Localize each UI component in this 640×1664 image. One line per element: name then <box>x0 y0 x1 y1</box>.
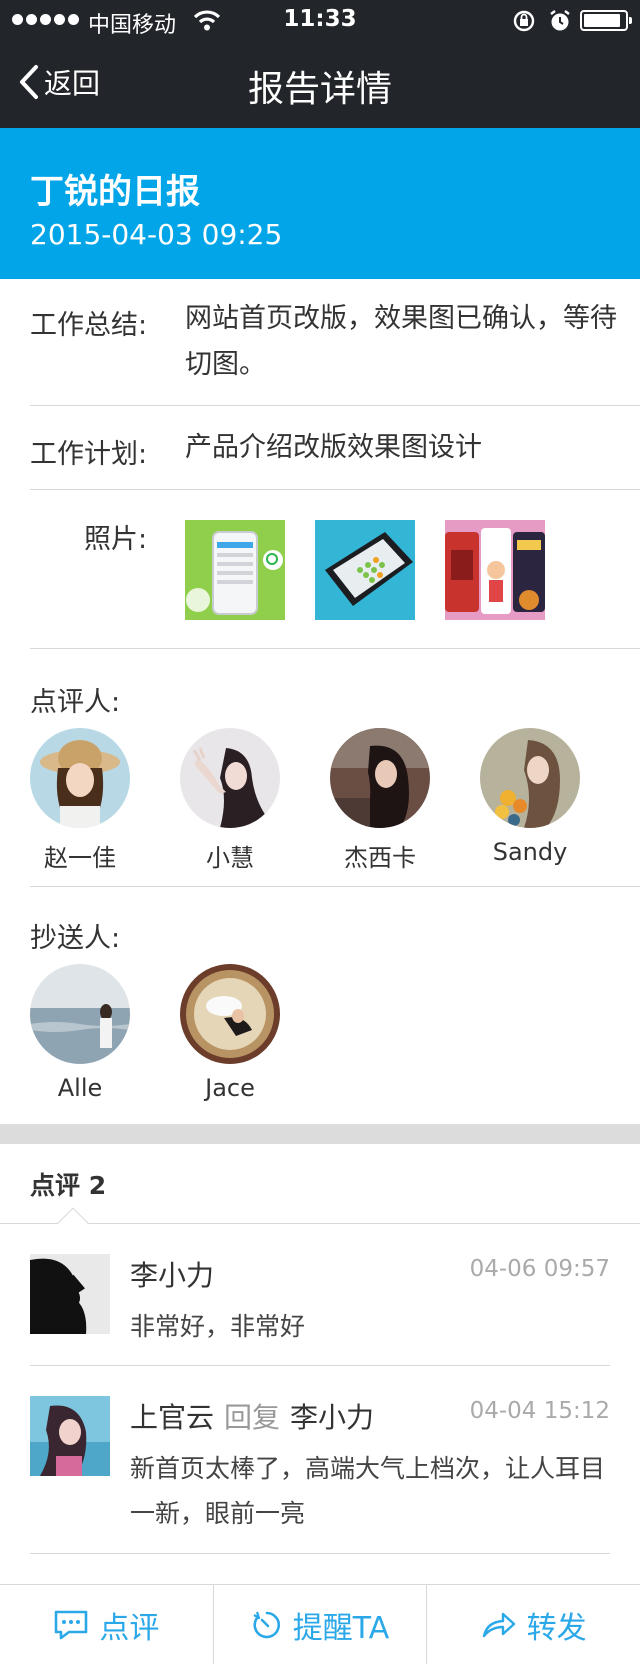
section-separator <box>0 1124 640 1144</box>
work-summary-value: 网站首页改版，效果图已确认，等待切图。 <box>185 303 617 380</box>
nav-bar: 返回 报告详情 <box>0 40 640 128</box>
comments-header[interactable]: 点评 2 <box>30 1166 106 1202</box>
alarm-icon <box>550 10 570 31</box>
top-bar: 中国移动 11:33 返回 报告详情 <box>0 0 640 128</box>
cc-list: Alle Jace <box>30 964 330 1102</box>
photo-thumbnail[interactable] <box>315 520 415 620</box>
work-summary-row: 工作总结: 网站首页改版，效果图已确认，等待切图。 <box>30 296 640 380</box>
divider <box>30 489 640 490</box>
reviewer-name: 赵一佳 <box>44 844 116 872</box>
bottom-toolbar: 点评 提醒TA 转发 <box>0 1584 640 1664</box>
reviewers-list: 赵一佳 小慧 杰西卡 Sandy <box>30 728 630 873</box>
reviewer-item[interactable]: 小慧 <box>180 728 330 873</box>
rotation-lock-icon <box>513 10 535 32</box>
comment-time: 04-06 09:57 <box>469 1256 610 1282</box>
chat-bubble-icon <box>55 1610 88 1639</box>
avatar <box>330 728 430 828</box>
avatar <box>30 964 130 1064</box>
cc-item[interactable]: Alle <box>30 964 180 1102</box>
divider <box>0 1223 640 1224</box>
timer-icon <box>253 1611 280 1638</box>
report-title: 丁锐的日报 <box>30 172 200 212</box>
work-plan-value: 产品介绍改版效果图设计 <box>185 432 482 463</box>
reviewers-label: 点评人: <box>30 687 121 718</box>
report-detail-page: 中国移动 11:33 返回 报告详情 丁锐的日报 2015-04-03 09:2… <box>0 0 640 1664</box>
comment-time: 04-04 15:12 <box>469 1398 610 1424</box>
forward-button[interactable]: 转发 <box>427 1585 640 1664</box>
comment-text: 非常好，非常好 <box>130 1312 306 1341</box>
battery-icon <box>580 10 632 31</box>
work-plan-row: 工作计划: 产品介绍改版效果图设计 <box>30 425 640 471</box>
reviewer-name: 杰西卡 <box>344 844 416 872</box>
photo-thumbnail[interactable] <box>185 520 285 620</box>
reviewer-name: Sandy <box>492 838 568 866</box>
reviewer-name: 小慧 <box>206 844 254 872</box>
remind-button[interactable]: 提醒TA <box>214 1585 428 1664</box>
cc-name: Alle <box>57 1074 103 1102</box>
comment-text: 新首页太棒了，高端大气上档次，让人耳目一新，眼前一亮 <box>130 1454 606 1528</box>
divider <box>30 886 640 887</box>
work-plan-label: 工作计划: <box>30 439 148 470</box>
reviewer-item[interactable]: Sandy <box>480 728 630 873</box>
cc-name: Jace <box>205 1074 255 1102</box>
reply-target-name: 李小力 <box>290 1401 375 1434</box>
report-header: 丁锐的日报 2015-04-03 09:25 <box>0 128 640 279</box>
avatar <box>180 728 280 828</box>
divider <box>30 1365 610 1366</box>
photo-thumbnail[interactable] <box>445 520 545 620</box>
divider <box>30 648 640 649</box>
divider <box>30 405 640 406</box>
avatar[interactable] <box>30 1254 110 1334</box>
comment-item: 李小力 04-06 09:57 非常好，非常好 <box>30 1254 610 1341</box>
avatar <box>30 728 130 828</box>
reply-line: 上官云 回复 李小力 <box>130 1396 374 1436</box>
tab-indicator <box>57 1207 89 1239</box>
photo-gallery <box>185 520 545 620</box>
comment-item: 上官云 回复 李小力 04-04 15:12 新首页太棒了，高端大气上档次，让人耳目… <box>30 1396 610 1528</box>
status-bar: 中国移动 11:33 <box>0 0 640 40</box>
remind-button-label: 提醒TA <box>292 1610 390 1646</box>
reviewer-item[interactable]: 杰西卡 <box>330 728 480 873</box>
divider <box>30 1553 610 1554</box>
cc-label: 抄送人: <box>30 923 121 954</box>
commenter-name: 李小力 <box>130 1259 215 1292</box>
comment-button[interactable]: 点评 <box>0 1585 214 1664</box>
commenter-name: 上官云 <box>130 1401 215 1434</box>
avatar <box>180 964 280 1064</box>
status-time: 11:33 <box>283 6 357 32</box>
work-summary-label: 工作总结: <box>30 310 148 341</box>
forward-arrow-icon <box>482 1612 515 1637</box>
forward-button-label: 转发 <box>526 1610 587 1646</box>
page-title: 报告详情 <box>247 69 392 110</box>
avatar[interactable] <box>30 1396 110 1476</box>
report-datetime: 2015-04-03 09:25 <box>30 218 283 251</box>
cc-item[interactable]: Jace <box>180 964 330 1102</box>
reply-word: 回复 <box>224 1401 281 1434</box>
avatar <box>480 728 580 828</box>
comment-button-label: 点评 <box>99 1610 160 1646</box>
reviewer-item[interactable]: 赵一佳 <box>30 728 180 873</box>
